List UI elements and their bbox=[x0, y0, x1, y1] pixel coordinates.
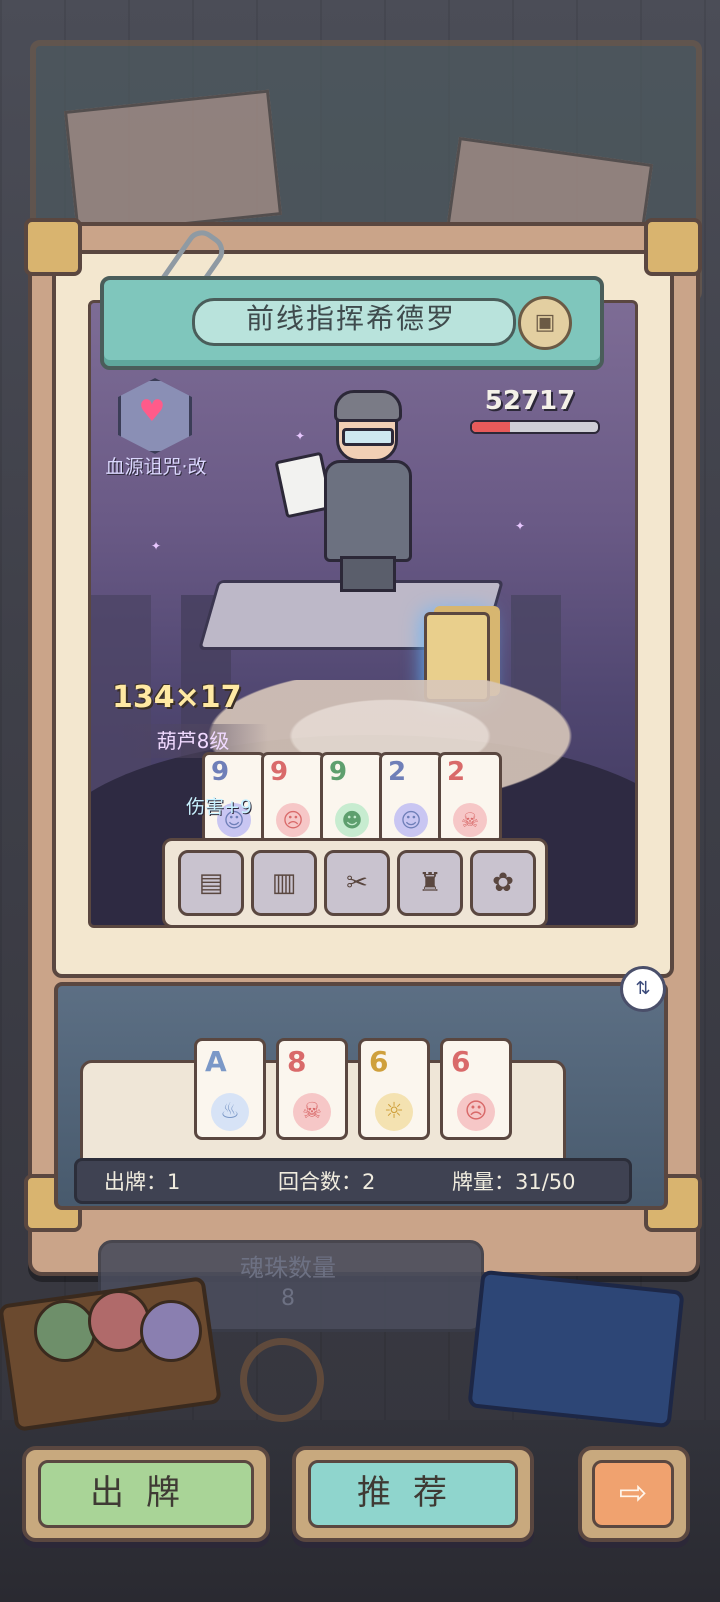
soul-bead-label: 魂珠数量 bbox=[240, 1254, 336, 1282]
plays-count: 出牌：1 bbox=[104, 1170, 181, 1194]
bone-icon: ✂ bbox=[346, 868, 368, 898]
dragon-face-icon: ♨ bbox=[211, 1093, 249, 1131]
card-rank: 8 bbox=[287, 1045, 307, 1078]
monster-face-icon: ☻ bbox=[335, 803, 369, 837]
played-card[interactable]: 9 ☻ bbox=[320, 752, 384, 844]
sort-button[interactable]: ⇅ bbox=[620, 966, 666, 1012]
sort-icon: ⇅ bbox=[635, 978, 651, 999]
hand-card[interactable]: A ♨ bbox=[194, 1038, 266, 1140]
card-icon: ▥ bbox=[271, 868, 297, 898]
next-button[interactable]: ⇨ bbox=[578, 1446, 690, 1542]
boss-info-button[interactable]: ▣ bbox=[518, 296, 572, 350]
card-rank: 9 bbox=[329, 757, 348, 787]
boss-hp-bar bbox=[470, 420, 600, 434]
rounds-count: 回合数：2 bbox=[278, 1170, 376, 1194]
skull-arm-icon: ☠ bbox=[293, 1093, 331, 1131]
joker-slot[interactable]: ✿ bbox=[470, 850, 536, 916]
joker-slot[interactable]: ♜ bbox=[397, 850, 463, 916]
curse-label: 血源诅咒·改 bbox=[105, 456, 207, 478]
boss-legs bbox=[340, 556, 396, 592]
hand-card[interactable]: 8 ☠ bbox=[276, 1038, 348, 1140]
boss-hp-value: 52717 bbox=[484, 386, 576, 416]
soul-bead-icon bbox=[140, 1300, 202, 1362]
card-rank: 6 bbox=[369, 1045, 389, 1078]
hand-card[interactable]: 6 ☼ bbox=[358, 1038, 430, 1140]
card-rank: 2 bbox=[388, 757, 407, 787]
damage-label: 伤害+9 bbox=[186, 796, 253, 818]
devil-face-icon: ☹ bbox=[276, 803, 310, 837]
sparkle-icon: ✦ bbox=[515, 519, 526, 533]
sparkle-icon: ✦ bbox=[151, 539, 162, 553]
hand-card[interactable]: 6 ☹ bbox=[440, 1038, 512, 1140]
soul-bead-icon bbox=[34, 1300, 96, 1362]
snail-icon: ✿ bbox=[492, 868, 514, 898]
card-rank: 9 bbox=[270, 757, 289, 787]
played-card[interactable]: 2 ☺ bbox=[379, 752, 443, 844]
toy-chest[interactable] bbox=[467, 1269, 685, 1429]
boss-hp-fill bbox=[472, 422, 510, 432]
angel-face-icon: ☼ bbox=[375, 1093, 413, 1131]
heart-icon: ♥ bbox=[138, 394, 166, 429]
skull-face-icon: ☠ bbox=[453, 803, 487, 837]
joker-slot[interactable]: ▥ bbox=[251, 850, 317, 916]
card-info-icon: ▣ bbox=[534, 310, 556, 335]
frame-corner bbox=[644, 218, 702, 276]
devil-face-icon: ☹ bbox=[457, 1093, 495, 1131]
card-rank: 9 bbox=[211, 757, 230, 787]
recommend-button[interactable]: 推荐 bbox=[292, 1446, 534, 1542]
boss-name: 前线指挥希德罗 bbox=[245, 302, 456, 335]
boss-glasses bbox=[342, 428, 394, 446]
play-button-label: 出牌 bbox=[38, 1460, 254, 1528]
book-icon: ▤ bbox=[198, 868, 224, 898]
recommend-button-label: 推荐 bbox=[308, 1460, 518, 1528]
robot-face-icon: ☺ bbox=[394, 803, 428, 837]
played-card[interactable]: 9 ☹ bbox=[261, 752, 325, 844]
play-button[interactable]: 出牌 bbox=[22, 1446, 270, 1542]
card-rank: 6 bbox=[451, 1045, 471, 1078]
card-rank: 2 bbox=[447, 757, 466, 787]
joker-slot[interactable]: ▤ bbox=[178, 850, 244, 916]
card-rank: A bbox=[205, 1045, 227, 1078]
arrow-right-icon: ⇨ bbox=[592, 1460, 674, 1528]
deck-count: 牌量：31/50 bbox=[452, 1170, 576, 1194]
samurai-helmet-icon: ♜ bbox=[418, 868, 442, 898]
background-note bbox=[63, 89, 283, 237]
magnifier-icon bbox=[240, 1338, 324, 1422]
played-card[interactable]: 2 ☠ bbox=[438, 752, 502, 844]
boss-character bbox=[274, 390, 420, 592]
frame-corner bbox=[24, 218, 82, 276]
boss-body bbox=[324, 460, 412, 562]
joker-slot[interactable]: ✂ bbox=[324, 850, 390, 916]
score-formula: 134×17 bbox=[112, 680, 242, 715]
boss-hair bbox=[334, 390, 402, 422]
